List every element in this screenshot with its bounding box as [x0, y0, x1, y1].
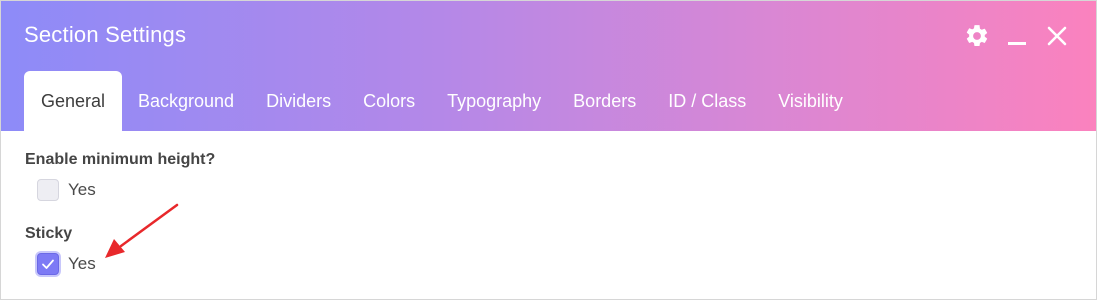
sticky-option-label: Yes [68, 254, 96, 273]
tab-typography[interactable]: Typography [431, 71, 557, 131]
tab-general[interactable]: General [24, 71, 122, 131]
close-icon[interactable] [1044, 23, 1070, 49]
minimize-icon[interactable] [1004, 23, 1030, 49]
dialog-title: Section Settings [24, 22, 187, 47]
tab-colors[interactable]: Colors [347, 71, 431, 131]
min-height-checkbox[interactable] [37, 179, 59, 201]
tab-background[interactable]: Background [122, 71, 250, 131]
min-height-option[interactable]: Yes [37, 179, 96, 201]
sticky-checkbox[interactable] [37, 253, 59, 275]
dialog-header: Section Settings General Background Divi… [1, 1, 1096, 131]
gear-icon[interactable] [964, 23, 990, 49]
tab-bar: General Background Dividers Colors Typog… [24, 71, 859, 131]
tab-visibility[interactable]: Visibility [762, 71, 859, 131]
sticky-option[interactable]: Yes [37, 253, 96, 275]
checkmark-icon [42, 259, 54, 269]
tab-id-class[interactable]: ID / Class [652, 71, 762, 131]
min-height-option-label: Yes [68, 180, 96, 199]
sticky-label: Sticky [25, 225, 73, 242]
tab-borders[interactable]: Borders [557, 71, 652, 131]
window-controls [964, 23, 1070, 49]
section-settings-dialog: Section Settings General Background Divi… [0, 0, 1097, 300]
min-height-label: Enable minimum height? [25, 151, 216, 168]
tab-dividers[interactable]: Dividers [250, 71, 347, 131]
